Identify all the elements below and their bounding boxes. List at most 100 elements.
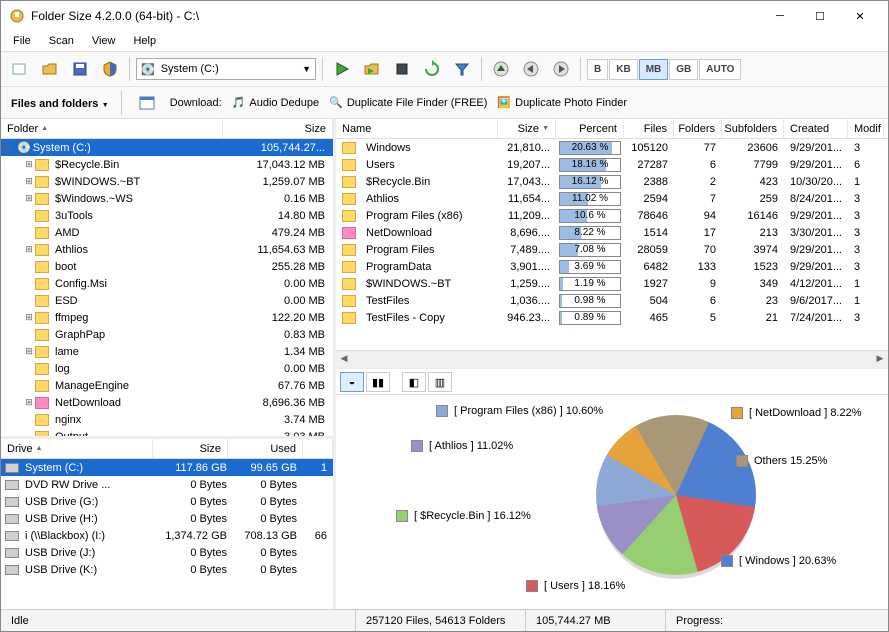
- minimize-button[interactable]: ─: [760, 4, 800, 28]
- list-header-subfolders[interactable]: Subfolders: [722, 119, 784, 138]
- tree-row[interactable]: ⊞Athlios11,654.63 MB: [1, 241, 333, 258]
- list-row[interactable]: ProgramData 3,901.... 3.69 % 6482 133 15…: [336, 258, 888, 275]
- tree-row[interactable]: GraphPap0.83 MB: [1, 326, 333, 343]
- explorer-button[interactable]: [134, 90, 160, 116]
- horizontal-scrollbar[interactable]: ◀ ▶: [336, 350, 888, 366]
- tree-row[interactable]: ⊞$WINDOWS.~BT1,259.07 MB: [1, 173, 333, 190]
- list-header-percent[interactable]: Percent: [556, 119, 624, 138]
- unit-b-button[interactable]: B: [587, 59, 608, 80]
- tree-row[interactable]: ⊞$Windows.~WS0.16 MB: [1, 190, 333, 207]
- drive-row[interactable]: USB Drive (K:)0 Bytes0 Bytes: [1, 561, 333, 578]
- drive-row[interactable]: System (C:)117.86 GB99.65 GB1: [1, 459, 333, 476]
- unit-gb-button[interactable]: GB: [669, 59, 698, 80]
- tree-row[interactable]: ManageEngine67.76 MB: [1, 377, 333, 394]
- tree-row[interactable]: log0.00 MB: [1, 360, 333, 377]
- expand-icon[interactable]: ⊞: [23, 346, 35, 357]
- list-header-modified[interactable]: Modif: [848, 119, 884, 138]
- menu-view[interactable]: View: [84, 33, 124, 49]
- tree-row[interactable]: Config.Msi0.00 MB: [1, 275, 333, 292]
- chart-option-2-tab[interactable]: ▥: [428, 372, 452, 392]
- close-button[interactable]: ✕: [840, 4, 880, 28]
- list-rows[interactable]: Windows 21,810... 20.63 % 105120 77 2360…: [336, 139, 888, 350]
- open-button[interactable]: [37, 56, 63, 82]
- list-row[interactable]: Program Files (x86) 11,209... 10.6 % 786…: [336, 207, 888, 224]
- scan-folder-button[interactable]: [359, 56, 385, 82]
- drives-header-pct[interactable]: [303, 439, 333, 458]
- expand-icon[interactable]: ⊞: [23, 159, 35, 170]
- list-row[interactable]: Program Files 7,489.... 7.08 % 28059 70 …: [336, 241, 888, 258]
- drive-row[interactable]: USB Drive (J:)0 Bytes0 Bytes: [1, 544, 333, 561]
- list-row[interactable]: TestFiles 1,036.... 0.98 % 504 6 23 9/6/…: [336, 292, 888, 309]
- tree-row[interactable]: ⊞lame1.34 MB: [1, 343, 333, 360]
- list-header-name[interactable]: Name: [336, 119, 498, 138]
- list-row[interactable]: Athlios 11,654... 11.02 % 2594 7 259 8/2…: [336, 190, 888, 207]
- drive-row[interactable]: DVD RW Drive ...0 Bytes0 Bytes: [1, 476, 333, 493]
- audio-dedupe-link[interactable]: 🎵Audio Dedupe: [232, 96, 319, 109]
- tree-header-size[interactable]: Size: [223, 119, 333, 138]
- list-header-size[interactable]: Size▼: [498, 119, 556, 138]
- files-folders-dropdown[interactable]: Files and folders ▼: [11, 96, 109, 110]
- nav-back-button[interactable]: [518, 56, 544, 82]
- duplicate-photo-finder-link[interactable]: 🖼️Duplicate Photo Finder: [497, 96, 627, 109]
- expand-icon[interactable]: ⊞: [23, 397, 35, 408]
- nav-up-button[interactable]: [488, 56, 514, 82]
- maximize-button[interactable]: ☐: [800, 4, 840, 28]
- list-header-folders[interactable]: Folders: [674, 119, 722, 138]
- list-row[interactable]: $WINDOWS.~BT 1,259.... 1.19 % 1927 9 349…: [336, 275, 888, 292]
- list-header-created[interactable]: Created: [784, 119, 848, 138]
- scroll-right-icon[interactable]: ▶: [872, 353, 888, 364]
- tree-row[interactable]: AMD479.24 MB: [1, 224, 333, 241]
- shield-button[interactable]: [97, 56, 123, 82]
- tree-row[interactable]: nginx3.74 MB: [1, 411, 333, 428]
- list-row[interactable]: Users 19,207... 18.16 % 27287 6 7799 9/2…: [336, 156, 888, 173]
- menu-scan[interactable]: Scan: [41, 33, 82, 49]
- list-header-files[interactable]: Files: [624, 119, 674, 138]
- list-row[interactable]: Windows 21,810... 20.63 % 105120 77 2360…: [336, 139, 888, 156]
- list-row[interactable]: TestFiles - Copy 946.23... 0.89 % 465 5 …: [336, 309, 888, 326]
- bar-chart-tab[interactable]: ▮▮: [366, 372, 390, 392]
- duplicate-file-finder-link[interactable]: 🔍Duplicate File Finder (FREE): [329, 96, 487, 109]
- menu-help[interactable]: Help: [125, 33, 164, 49]
- tree-row[interactable]: ⊞ffmpeg122.20 MB: [1, 309, 333, 326]
- collapse-icon[interactable]: ⊟: [1, 142, 13, 153]
- chart-option-1-tab[interactable]: ◧: [402, 372, 426, 392]
- expand-icon[interactable]: ⊞: [23, 244, 35, 255]
- drive-row[interactable]: i (\\Blackbox) (I:)1,374.72 GB708.13 GB6…: [1, 527, 333, 544]
- drives-header-drive[interactable]: Drive▲: [1, 439, 153, 458]
- stop-button[interactable]: [389, 56, 415, 82]
- save-button[interactable]: [67, 56, 93, 82]
- unit-kb-button[interactable]: KB: [609, 59, 637, 80]
- tree-row[interactable]: 3uTools14.80 MB: [1, 207, 333, 224]
- play-button[interactable]: [329, 56, 355, 82]
- list-row[interactable]: NetDownload 8,696.... 8.22 % 1514 17 213…: [336, 224, 888, 241]
- scroll-left-icon[interactable]: ◀: [336, 353, 352, 364]
- pie-chart-tab[interactable]: ◒: [340, 372, 364, 392]
- expand-icon[interactable]: ⊞: [23, 193, 35, 204]
- cell-name: TestFiles: [360, 295, 498, 307]
- unit-auto-button[interactable]: AUTO: [699, 59, 741, 80]
- expand-icon[interactable]: ⊞: [23, 176, 35, 187]
- tree-row[interactable]: ⊞NetDownload8,696.36 MB: [1, 394, 333, 411]
- drive-row[interactable]: USB Drive (H:)0 Bytes0 Bytes: [1, 510, 333, 527]
- tree-rows[interactable]: ⊟💽System (C:)105,744.27...⊞$Recycle.Bin1…: [1, 139, 333, 436]
- unit-mb-button[interactable]: MB: [639, 59, 669, 80]
- drive-selector[interactable]: 💽 System (C:) ▼: [136, 58, 316, 80]
- tree-root-row[interactable]: ⊟💽System (C:)105,744.27...: [1, 139, 333, 156]
- drive-row[interactable]: USB Drive (G:)0 Bytes0 Bytes: [1, 493, 333, 510]
- tree-row[interactable]: ESD0.00 MB: [1, 292, 333, 309]
- tree-header-folder[interactable]: Folder▲: [1, 119, 223, 138]
- filter-button[interactable]: [449, 56, 475, 82]
- refresh-button[interactable]: [419, 56, 445, 82]
- menu-file[interactable]: File: [5, 33, 39, 49]
- drive-rows[interactable]: System (C:)117.86 GB99.65 GB1DVD RW Driv…: [1, 459, 333, 609]
- list-row[interactable]: $Recycle.Bin 17,043... 16.12 % 2388 2 42…: [336, 173, 888, 190]
- tree-row[interactable]: ⊞$Recycle.Bin17,043.12 MB: [1, 156, 333, 173]
- cell-files: 78646: [624, 210, 674, 222]
- drives-header-used[interactable]: Used: [228, 439, 303, 458]
- drives-header-size[interactable]: Size: [153, 439, 228, 458]
- expand-icon[interactable]: ⊞: [23, 312, 35, 323]
- new-scan-button[interactable]: [7, 56, 33, 82]
- tree-row[interactable]: boot255.28 MB: [1, 258, 333, 275]
- nav-forward-button[interactable]: [548, 56, 574, 82]
- tree-row[interactable]: Output3.03 MB: [1, 428, 333, 436]
